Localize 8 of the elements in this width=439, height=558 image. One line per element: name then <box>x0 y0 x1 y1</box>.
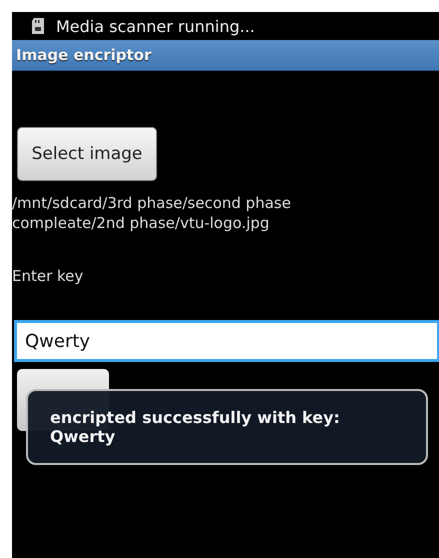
key-label: Enter key <box>12 267 84 285</box>
sd-card-icon <box>32 18 44 34</box>
key-input-field[interactable]: Qwerty <box>17 323 437 359</box>
toast-text: encripted successfully with key: Qwerty <box>50 408 341 446</box>
file-path-text: /mnt/sdcard/3rd phase/second phase compleate/2nd phase/vtu-logo.jpg <box>12 193 292 233</box>
app-title: Image encriptor <box>16 46 152 64</box>
notification-text: Media scanner running... <box>56 16 255 36</box>
select-image-button[interactable]: Select image <box>17 127 157 181</box>
